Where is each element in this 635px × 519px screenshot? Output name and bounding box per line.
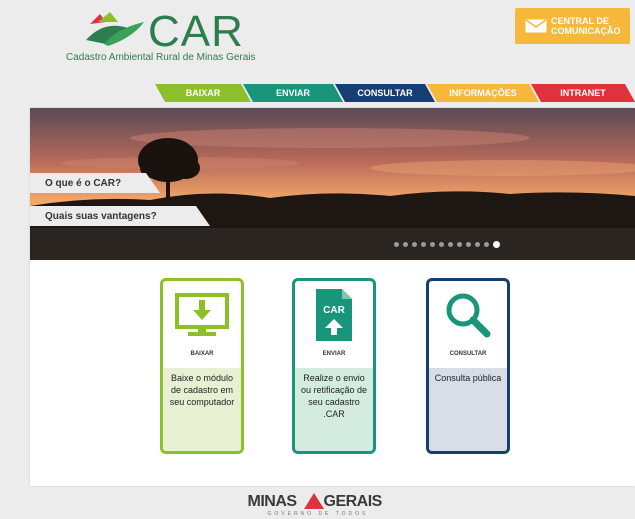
tab-enviar[interactable]: ENVIAR bbox=[243, 84, 343, 102]
service-icon-area bbox=[429, 281, 507, 349]
service-title: BAIXAR bbox=[190, 351, 214, 357]
carousel-dot[interactable] bbox=[439, 242, 444, 247]
tab-informacoes[interactable]: INFORMAÇÕES bbox=[427, 84, 539, 102]
service-card-enviar[interactable]: CAR ENVIAR Realize o envio ou retificaçã… bbox=[292, 278, 376, 454]
triangle-icon bbox=[303, 493, 324, 509]
site-header: CAR Cadastro Ambiental Rural de Minas Ge… bbox=[0, 0, 635, 80]
tab-intranet[interactable]: INTRANET bbox=[531, 84, 635, 102]
carousel-dot[interactable] bbox=[412, 242, 417, 247]
minas-gerais-logo[interactable]: MINAS GERAIS GOVERNO DE TODOS bbox=[248, 490, 388, 518]
carousel-dot[interactable] bbox=[394, 242, 399, 247]
central-label: CENTRAL DE COMUNICAÇÃO bbox=[551, 16, 621, 36]
monitor-download-icon bbox=[175, 293, 229, 336]
main-nav: BAIXAR ENVIAR CONSULTAR INFORMAÇÕES INTR… bbox=[155, 84, 635, 102]
car-file-upload-icon: CAR bbox=[316, 289, 352, 341]
envelope-icon bbox=[525, 19, 547, 33]
service-description: Consulta pública bbox=[429, 368, 507, 451]
logo-text: CAR bbox=[148, 7, 244, 56]
footer-logo-right: GERAIS bbox=[323, 493, 383, 510]
service-description: Baixe o módulo de cadastro em seu comput… bbox=[163, 368, 241, 451]
car-file-label: CAR bbox=[323, 305, 345, 316]
carousel-dot[interactable] bbox=[484, 242, 489, 247]
service-description: Realize o envio ou retificação de seu ca… bbox=[295, 368, 373, 451]
service-icon-area: CAR bbox=[295, 281, 373, 349]
tab-baixar[interactable]: BAIXAR bbox=[155, 84, 251, 102]
hero-link-o-que-e[interactable]: O que é o CAR? bbox=[30, 173, 160, 193]
footer-logo-left: MINAS bbox=[247, 493, 298, 510]
service-title: CONSULTAR bbox=[449, 351, 487, 357]
carousel-dot[interactable] bbox=[466, 242, 471, 247]
hero-banner: O que é o CAR? Quais suas vantagens? bbox=[30, 108, 635, 260]
carousel-dot[interactable] bbox=[475, 242, 480, 247]
service-title: ENVIAR bbox=[322, 351, 346, 357]
carousel-dot[interactable] bbox=[403, 242, 408, 247]
carousel-dot[interactable] bbox=[493, 241, 500, 248]
tab-consultar[interactable]: CONSULTAR bbox=[335, 84, 435, 102]
carousel-dot[interactable] bbox=[457, 242, 462, 247]
footer-subtitle: GOVERNO DE TODOS bbox=[267, 511, 369, 517]
carousel-dot[interactable] bbox=[448, 242, 453, 247]
service-card-consultar[interactable]: CONSULTAR Consulta pública bbox=[426, 278, 510, 454]
site-footer: MINAS GERAIS GOVERNO DE TODOS bbox=[0, 490, 635, 519]
service-card-baixar[interactable]: BAIXAR Baixe o módulo de cadastro em seu… bbox=[160, 278, 244, 454]
content-card: O que é o CAR? Quais suas vantagens? BAI… bbox=[30, 108, 635, 486]
magnifier-icon bbox=[446, 293, 491, 338]
carousel-dot[interactable] bbox=[421, 242, 426, 247]
logo-subtitle: Cadastro Ambiental Rural de Minas Gerais bbox=[66, 52, 256, 63]
car-logo[interactable]: CAR Cadastro Ambiental Rural de Minas Ge… bbox=[62, 6, 282, 68]
service-icon-area bbox=[163, 281, 241, 349]
carousel-dot[interactable] bbox=[430, 242, 435, 247]
central-de-comunicacao-button[interactable]: CENTRAL DE COMUNICAÇÃO bbox=[515, 8, 630, 44]
carousel-dots bbox=[394, 241, 500, 248]
hero-link-vantagens[interactable]: Quais suas vantagens? bbox=[30, 206, 210, 226]
car-logo-mark-icon bbox=[86, 12, 144, 46]
